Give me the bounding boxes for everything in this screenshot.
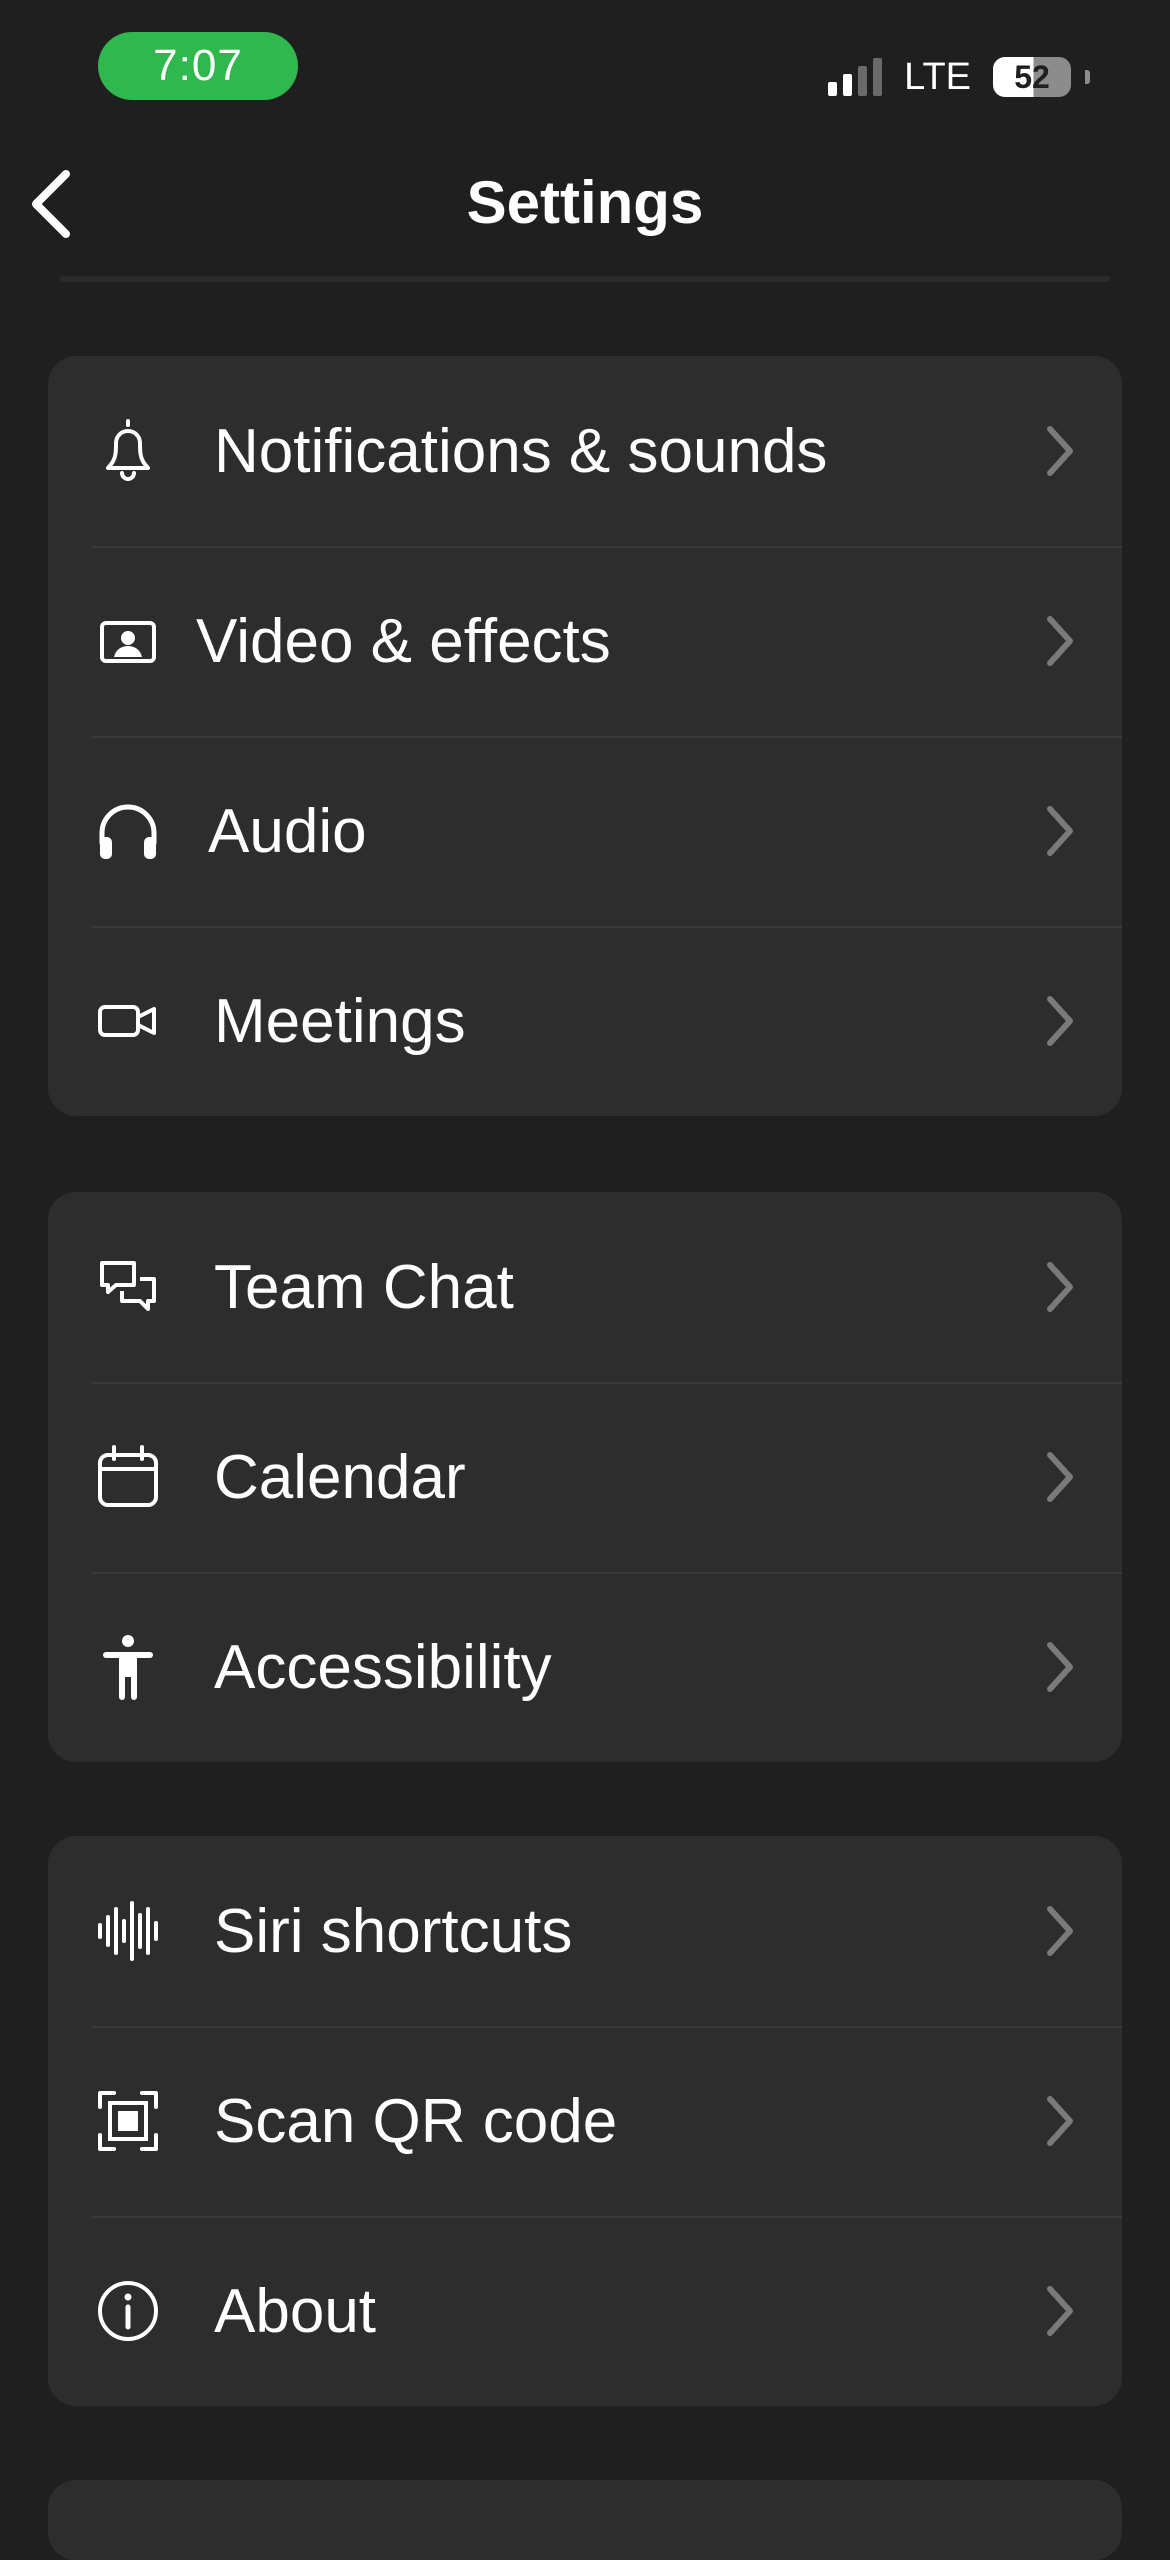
row-label: Accessibility xyxy=(214,1632,552,1702)
row-meetings[interactable]: Meetings xyxy=(48,926,1122,1116)
chevron-right-icon xyxy=(1040,1447,1080,1507)
battery-level: 52 xyxy=(1014,58,1050,95)
settings-group-general: Notifications & sounds Video & effects A… xyxy=(48,356,1122,1116)
chat-bubbles-icon xyxy=(92,1251,164,1323)
row-scan-qr-code[interactable]: Scan QR code xyxy=(48,2026,1122,2216)
chevron-right-icon xyxy=(1040,801,1080,861)
chevron-right-icon xyxy=(1040,2091,1080,2151)
row-about[interactable]: About xyxy=(48,2216,1122,2406)
chevron-right-icon xyxy=(1040,1637,1080,1697)
status-time: 7:07 xyxy=(153,41,243,90)
row-label: Team Chat xyxy=(214,1252,514,1322)
row-siri-shortcuts[interactable]: Siri shortcuts xyxy=(48,1836,1122,2026)
row-label: Audio xyxy=(208,796,367,866)
status-indicators: LTE 52 xyxy=(828,52,1090,102)
bell-icon xyxy=(92,415,164,487)
row-label: Notifications & sounds xyxy=(214,416,828,486)
cellular-signal-icon xyxy=(828,58,883,96)
chevron-right-icon xyxy=(1040,1901,1080,1961)
battery-icon: 52 xyxy=(993,57,1071,97)
row-video-effects[interactable]: Video & effects xyxy=(48,546,1122,736)
video-camera-icon xyxy=(92,985,164,1057)
header-divider xyxy=(60,276,1110,282)
network-type: LTE xyxy=(904,55,971,98)
calendar-icon xyxy=(92,1441,164,1513)
settings-group-misc: Siri shortcuts Scan QR code About xyxy=(48,1836,1122,2406)
row-team-chat[interactable]: Team Chat xyxy=(48,1192,1122,1382)
row-label: Scan QR code xyxy=(214,2086,618,2156)
row-audio[interactable]: Audio xyxy=(48,736,1122,926)
chevron-right-icon xyxy=(1040,611,1080,671)
chevron-right-icon xyxy=(1040,991,1080,1051)
page-title: Settings xyxy=(466,169,704,236)
settings-group-partial xyxy=(48,2480,1122,2560)
status-time-pill: 7:07 xyxy=(98,32,298,100)
row-label: Meetings xyxy=(214,986,466,1056)
row-accessibility[interactable]: Accessibility xyxy=(48,1572,1122,1762)
waveform-icon xyxy=(92,1895,164,1967)
headphones-icon xyxy=(92,795,164,867)
video-portrait-icon xyxy=(92,605,164,677)
row-label: Siri shortcuts xyxy=(214,1896,573,1966)
chevron-right-icon xyxy=(1040,421,1080,481)
chevron-right-icon xyxy=(1040,1257,1080,1317)
info-icon xyxy=(92,2275,164,2347)
qr-scan-icon xyxy=(92,2085,164,2157)
battery-tip xyxy=(1085,70,1090,84)
row-calendar[interactable]: Calendar xyxy=(48,1382,1122,1572)
row-label: Video & effects xyxy=(196,606,611,676)
row-notifications-sounds[interactable]: Notifications & sounds xyxy=(48,356,1122,546)
row-label: Calendar xyxy=(214,1442,466,1512)
row-label: About xyxy=(214,2276,377,2346)
accessibility-icon xyxy=(92,1631,164,1703)
settings-group-features: Team Chat Calendar Accessibility xyxy=(48,1192,1122,1762)
chevron-right-icon xyxy=(1040,2281,1080,2341)
